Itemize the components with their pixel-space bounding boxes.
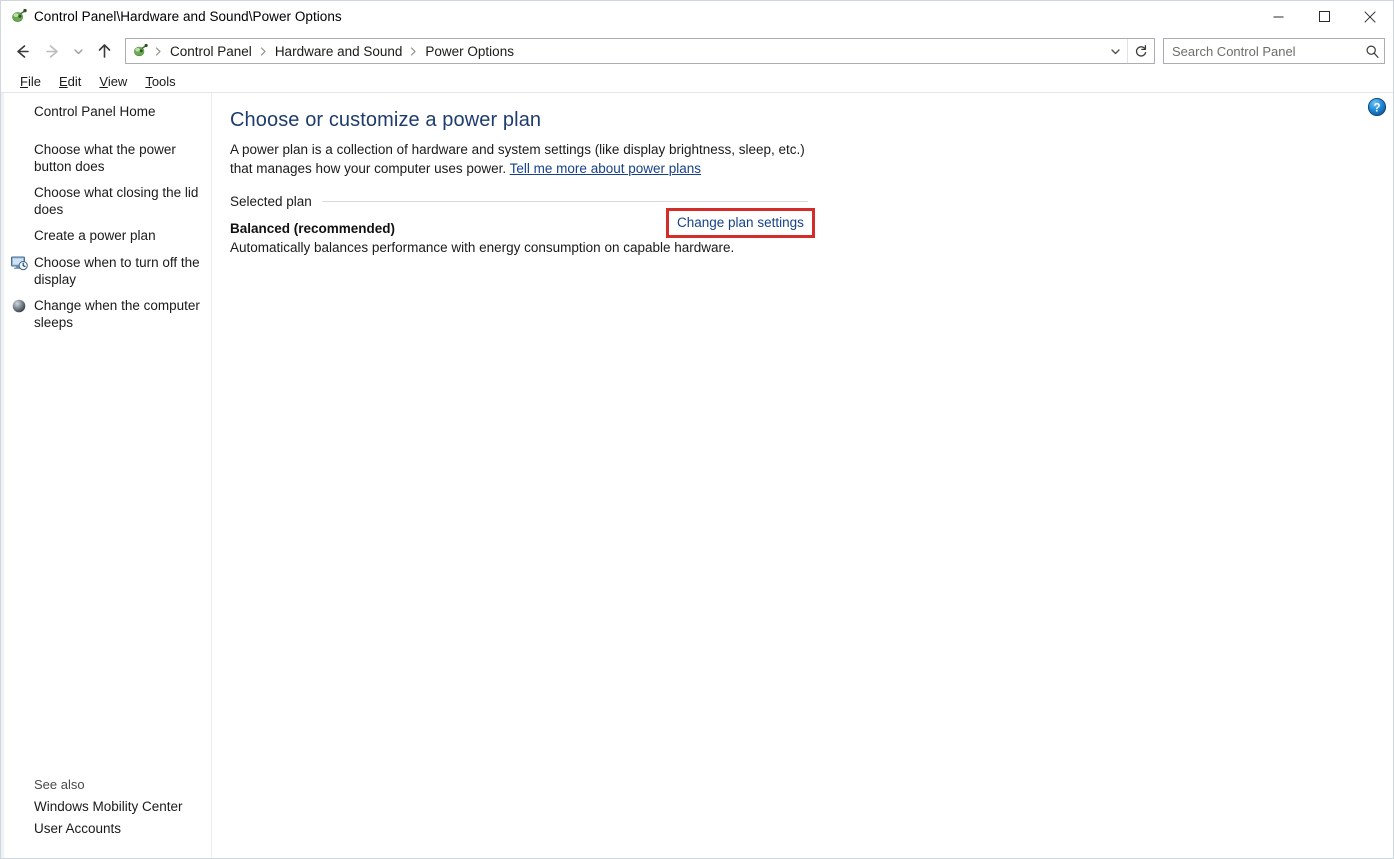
menu-edit-rest: dit: [67, 73, 82, 89]
menu-view-accesskey: V: [99, 73, 108, 89]
sidebar-item-turn-off-display[interactable]: Choose when to turn off the display: [4, 252, 211, 290]
breadcrumb-separator-icon: [407, 46, 420, 56]
plan-description: Automatically balances performance with …: [230, 240, 735, 255]
change-plan-settings-highlight: Change plan settings: [666, 208, 815, 238]
sidebar-item-label: Change when the computer sleeps: [34, 298, 200, 330]
display-clock-icon: [10, 254, 28, 272]
menu-edit[interactable]: Edit: [50, 72, 90, 91]
menu-view[interactable]: View: [90, 72, 136, 91]
menu-edit-accesskey: E: [58, 73, 68, 89]
page-description: A power plan is a collection of hardware…: [230, 140, 830, 178]
sidebar-item-label: Create a power plan: [34, 228, 156, 243]
sidebar: Control Panel Home Choose what the power…: [1, 93, 211, 858]
address-bar[interactable]: Control Panel Hardware and Sound Power O…: [125, 38, 1155, 64]
control-panel-icon: [10, 8, 27, 25]
main-pane: ? Choose or customize a power plan A pow…: [211, 93, 1393, 858]
breadcrumb-separator-icon: [257, 46, 270, 56]
search-box[interactable]: [1163, 38, 1385, 64]
tell-me-more-link[interactable]: Tell me more about power plans: [510, 161, 701, 176]
see-also-section: See also Windows Mobility Center User Ac…: [4, 777, 211, 858]
sidebar-item-label: Choose what the power button does: [34, 142, 176, 174]
sidebar-item-label: Control Panel Home: [34, 104, 156, 119]
sidebar-item-user-accounts[interactable]: User Accounts: [4, 818, 211, 840]
breadcrumb-item-power-options[interactable]: Power Options: [420, 42, 519, 61]
sidebar-item-closing-lid[interactable]: Choose what closing the lid does: [4, 182, 211, 220]
sidebar-item-label: Choose when to turn off the display: [34, 255, 200, 287]
menu-file[interactable]: File: [11, 72, 50, 91]
window-title: Control Panel\Hardware and Sound\Power O…: [34, 9, 342, 24]
sidebar-item-computer-sleeps[interactable]: Change when the computer sleeps: [4, 295, 211, 333]
svg-text:?: ?: [1373, 102, 1380, 114]
close-button[interactable]: [1347, 1, 1393, 32]
menu-bar: File Edit View Tools: [1, 70, 1393, 93]
sidebar-task-list: Choose what the power button does Choose…: [4, 139, 211, 338]
refresh-icon[interactable]: [1127, 39, 1154, 63]
sidebar-item-control-panel-home[interactable]: Control Panel Home: [4, 101, 211, 123]
sidebar-item-label: Choose what closing the lid does: [34, 185, 199, 217]
sleep-moon-icon: [10, 297, 28, 315]
sidebar-item-power-button[interactable]: Choose what the power button does: [4, 139, 211, 177]
selected-plan-row: Balanced (recommended) Automatically bal…: [230, 208, 815, 255]
help-icon[interactable]: ?: [1367, 97, 1387, 117]
content-area: Control Panel Home Choose what the power…: [1, 93, 1393, 858]
breadcrumb-control-panel-icon: [132, 43, 148, 59]
group-divider: [321, 201, 808, 202]
menu-tools-rest: ools: [151, 73, 176, 89]
forward-button[interactable]: [37, 36, 67, 66]
sidebar-item-label: Windows Mobility Center: [34, 799, 183, 814]
see-also-title: See also: [34, 777, 85, 792]
chevron-down-icon[interactable]: [1103, 39, 1127, 63]
sidebar-item-create-power-plan[interactable]: Create a power plan: [4, 225, 211, 247]
breadcrumb-separator-icon: [152, 46, 165, 56]
menu-view-rest: iew: [107, 73, 128, 89]
page-title: Choose or customize a power plan: [230, 109, 542, 131]
breadcrumb-item-hardware-and-sound[interactable]: Hardware and Sound: [270, 42, 408, 61]
search-input[interactable]: [1164, 43, 1360, 59]
selected-plan-group-header: Selected plan: [230, 194, 808, 209]
maximize-button[interactable]: [1301, 1, 1347, 32]
sidebar-item-windows-mobility-center[interactable]: Windows Mobility Center: [4, 796, 211, 818]
window-controls: [1255, 1, 1393, 32]
menu-tools[interactable]: Tools: [136, 72, 184, 91]
breadcrumb: Control Panel Hardware and Sound Power O…: [152, 42, 1103, 61]
menu-file-rest: ile: [27, 73, 41, 89]
control-panel-window: Control Panel\Hardware and Sound\Power O…: [0, 0, 1394, 859]
title-bar: Control Panel\Hardware and Sound\Power O…: [1, 1, 1393, 32]
up-button[interactable]: [89, 36, 119, 66]
breadcrumb-item-control-panel[interactable]: Control Panel: [165, 42, 257, 61]
search-icon[interactable]: [1360, 44, 1384, 59]
selected-plan-label: Selected plan: [230, 194, 312, 209]
menu-file-accesskey: F: [20, 73, 28, 89]
change-plan-settings-link[interactable]: Change plan settings: [677, 215, 804, 230]
minimize-button[interactable]: [1255, 1, 1301, 32]
navigation-bar: Control Panel Hardware and Sound Power O…: [1, 32, 1393, 70]
sidebar-item-label: User Accounts: [34, 821, 122, 836]
back-button[interactable]: [7, 36, 37, 66]
recent-locations-button[interactable]: [67, 36, 89, 66]
